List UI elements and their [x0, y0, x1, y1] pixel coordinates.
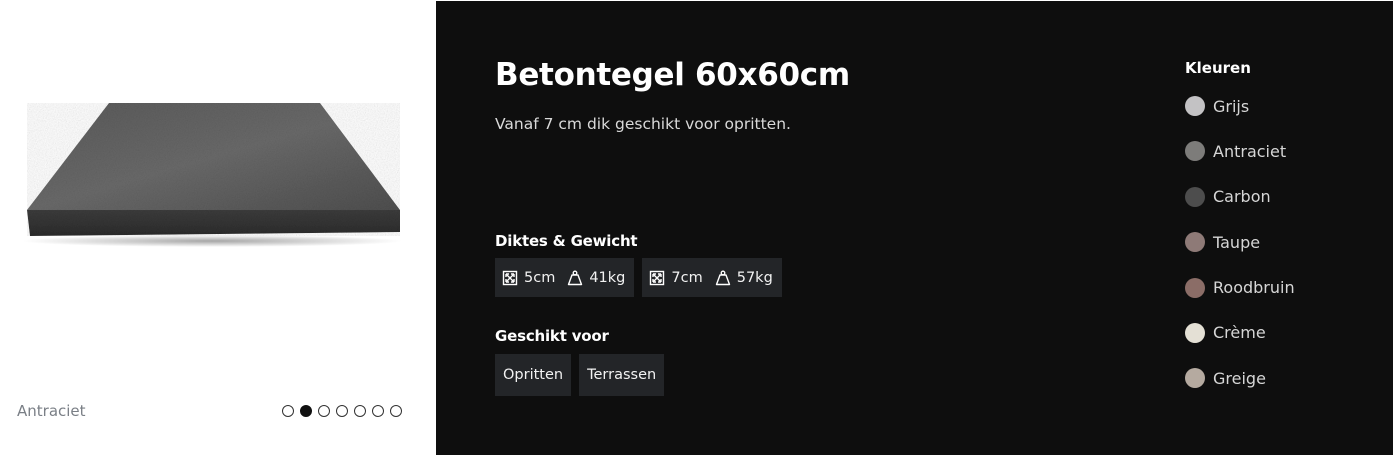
spec-weight: 41kg: [589, 269, 626, 286]
specs-list: 5cm 41kg 7cm 57kg: [495, 258, 782, 297]
weight-icon: [715, 270, 731, 286]
color-name: Carbon: [1213, 187, 1271, 207]
color-name: Roodbruin: [1213, 278, 1295, 298]
color-swatch: [1185, 232, 1205, 253]
usage-heading: Geschikt voor: [495, 327, 609, 345]
weight-icon: [567, 270, 583, 286]
color-option-roodbruin[interactable]: Roodbruin: [1185, 276, 1295, 300]
usage-chip-opritten[interactable]: Opritten: [495, 354, 572, 396]
concrete-tile-image: [22, 103, 402, 247]
gallery-dot[interactable]: [318, 405, 330, 417]
gallery-caption: Antraciet: [17, 402, 86, 420]
color-option-carbon[interactable]: Carbon: [1185, 185, 1295, 209]
spec-weight: 57kg: [736, 269, 773, 286]
color-swatch: [1185, 368, 1205, 389]
product-title: Betontegel 60x60cm: [495, 57, 850, 93]
usage-list: Opritten Terrassen: [495, 354, 665, 396]
dimensions-icon: [649, 270, 665, 286]
gallery-dot[interactable]: [336, 405, 348, 417]
product-info-panel: Betontegel 60x60cm Vanaf 7 cm dik geschi…: [436, 1, 1393, 455]
gallery-dot[interactable]: [390, 405, 402, 417]
color-swatch: [1185, 141, 1205, 162]
color-swatch: [1185, 186, 1205, 207]
product-image: [22, 95, 407, 255]
color-name: Crème: [1213, 323, 1266, 343]
color-name: Greige: [1213, 368, 1266, 388]
gallery-dot[interactable]: [354, 405, 366, 417]
color-swatch: [1185, 322, 1205, 343]
gallery-dot[interactable]: [282, 405, 294, 417]
color-name: Grijs: [1213, 96, 1250, 116]
usage-chip-terrassen[interactable]: Terrassen: [579, 354, 665, 396]
spec-thickness: 7cm: [671, 269, 703, 286]
color-option-grijs[interactable]: Grijs: [1185, 94, 1295, 118]
color-option-creme[interactable]: Crème: [1185, 321, 1295, 345]
colors-heading: Kleuren: [1185, 59, 1251, 77]
color-option-antraciet[interactable]: Antraciet: [1185, 139, 1295, 163]
color-option-taupe[interactable]: Taupe: [1185, 230, 1295, 254]
color-option-greige[interactable]: Greige: [1185, 366, 1295, 390]
product-subtitle: Vanaf 7 cm dik geschikt voor opritten.: [495, 115, 791, 133]
spec-chip: 5cm 41kg: [495, 258, 635, 297]
gallery-dot[interactable]: [300, 405, 312, 417]
color-name: Taupe: [1213, 232, 1261, 252]
gallery-pagination: [282, 405, 402, 417]
specs-heading: Diktes & Gewicht: [495, 232, 638, 250]
color-swatch: [1185, 277, 1205, 298]
spec-thickness: 5cm: [524, 269, 556, 286]
gallery-dot[interactable]: [372, 405, 384, 417]
spec-chip: 7cm 57kg: [642, 258, 782, 297]
color-options: Grijs Antraciet Carbon Taupe Roodbruin C…: [1185, 94, 1295, 412]
color-name: Antraciet: [1213, 141, 1287, 161]
color-swatch: [1185, 96, 1205, 116]
dimensions-icon: [502, 270, 518, 286]
product-gallery: Antraciet: [0, 0, 436, 455]
